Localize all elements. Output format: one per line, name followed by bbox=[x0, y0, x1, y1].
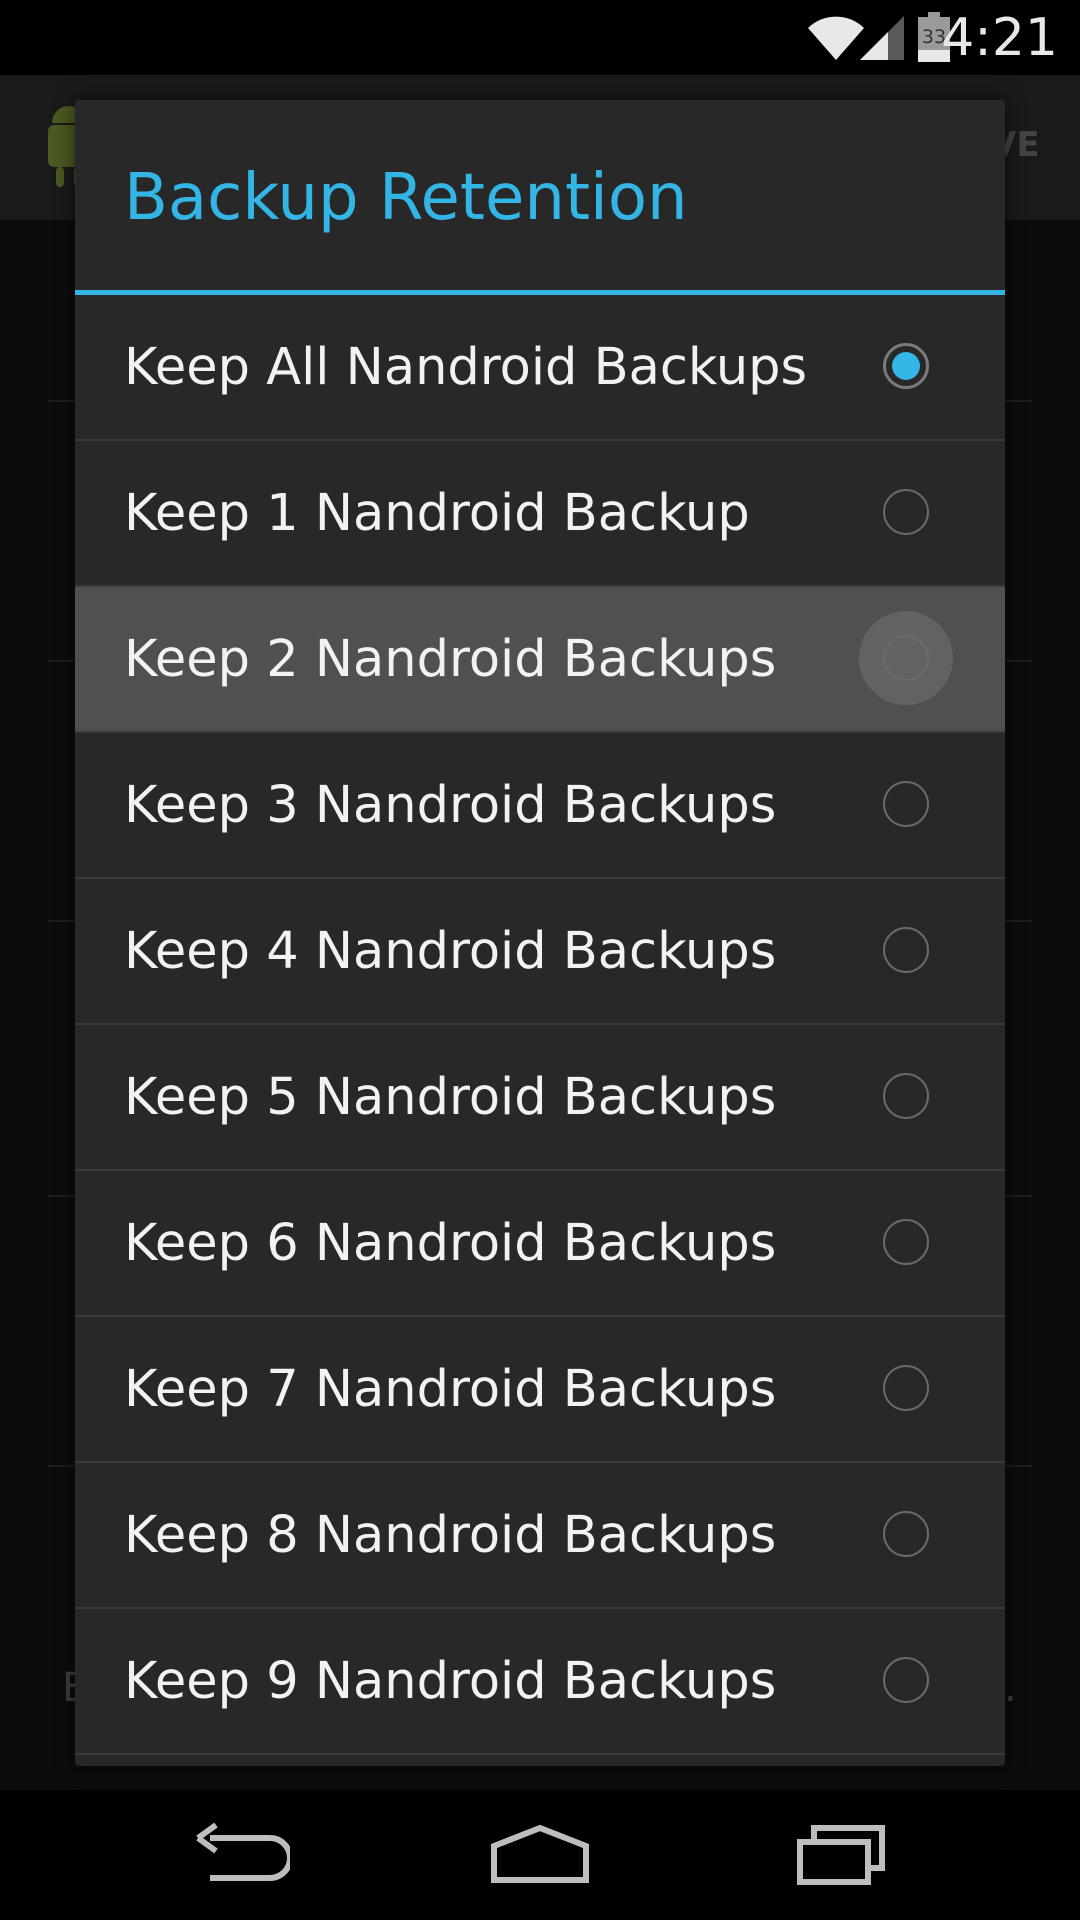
retention-option[interactable]: Keep 5 Nandroid Backups bbox=[75, 1025, 1005, 1171]
option-label: Keep 3 Nandroid Backups bbox=[124, 776, 777, 835]
home-icon[interactable] bbox=[488, 1820, 592, 1890]
option-label: Keep 5 Nandroid Backups bbox=[124, 1068, 777, 1127]
radio-button[interactable] bbox=[883, 1073, 929, 1119]
recent-apps-icon[interactable] bbox=[790, 1820, 890, 1890]
dialog-title: Backup Retention bbox=[124, 161, 688, 235]
radio-button[interactable] bbox=[883, 1219, 929, 1265]
option-label: Keep 7 Nandroid Backups bbox=[124, 1360, 777, 1419]
retention-option[interactable]: Keep 4 Nandroid Backups bbox=[75, 879, 1005, 1025]
radio-button[interactable] bbox=[883, 927, 929, 973]
retention-option[interactable]: Keep 2 Nandroid Backups bbox=[75, 587, 1005, 733]
retention-option[interactable]: Keep 7 Nandroid Backups bbox=[75, 1317, 1005, 1463]
backup-retention-dialog: Backup Retention Keep All Nandroid Backu… bbox=[75, 100, 1005, 1766]
option-label: Keep 8 Nandroid Backups bbox=[124, 1506, 777, 1565]
radio-button[interactable] bbox=[883, 1365, 929, 1411]
wifi-icon bbox=[808, 16, 864, 61]
option-label: Keep 2 Nandroid Backups bbox=[124, 630, 777, 689]
retention-option[interactable]: Keep 6 Nandroid Backups bbox=[75, 1171, 1005, 1317]
radio-button[interactable] bbox=[883, 1657, 929, 1703]
retention-option[interactable]: Keep All Nandroid Backups bbox=[75, 295, 1005, 441]
option-label: Keep 9 Nandroid Backups bbox=[124, 1652, 777, 1711]
radio-button[interactable] bbox=[883, 781, 929, 827]
background-edge-text: . bbox=[1004, 1665, 1017, 1711]
option-label: Keep 6 Nandroid Backups bbox=[124, 1214, 777, 1273]
radio-button[interactable] bbox=[883, 635, 929, 681]
retention-option[interactable]: Keep 3 Nandroid Backups bbox=[75, 733, 1005, 879]
option-label: Keep 4 Nandroid Backups bbox=[124, 922, 777, 981]
radio-button-checked[interactable] bbox=[883, 343, 929, 389]
option-label: Keep All Nandroid Backups bbox=[124, 338, 808, 397]
status-time: 4:21 bbox=[941, 8, 1058, 68]
retention-option[interactable]: Keep 8 Nandroid Backups bbox=[75, 1463, 1005, 1609]
retention-option[interactable]: Keep 9 Nandroid Backups bbox=[75, 1609, 1005, 1755]
status-bar: 33 4:21 bbox=[0, 0, 1080, 75]
option-label: Keep 1 Nandroid Backup bbox=[124, 484, 750, 543]
radio-button[interactable] bbox=[883, 1511, 929, 1557]
retention-option[interactable]: Keep 1 Nandroid Backup bbox=[75, 441, 1005, 587]
back-icon[interactable] bbox=[190, 1820, 290, 1890]
signal-icon bbox=[860, 16, 904, 60]
options-list: Keep All Nandroid Backups Keep 1 Nandroid… bbox=[75, 295, 1005, 1755]
radio-button[interactable] bbox=[883, 489, 929, 535]
navigation-bar bbox=[0, 1790, 1080, 1920]
